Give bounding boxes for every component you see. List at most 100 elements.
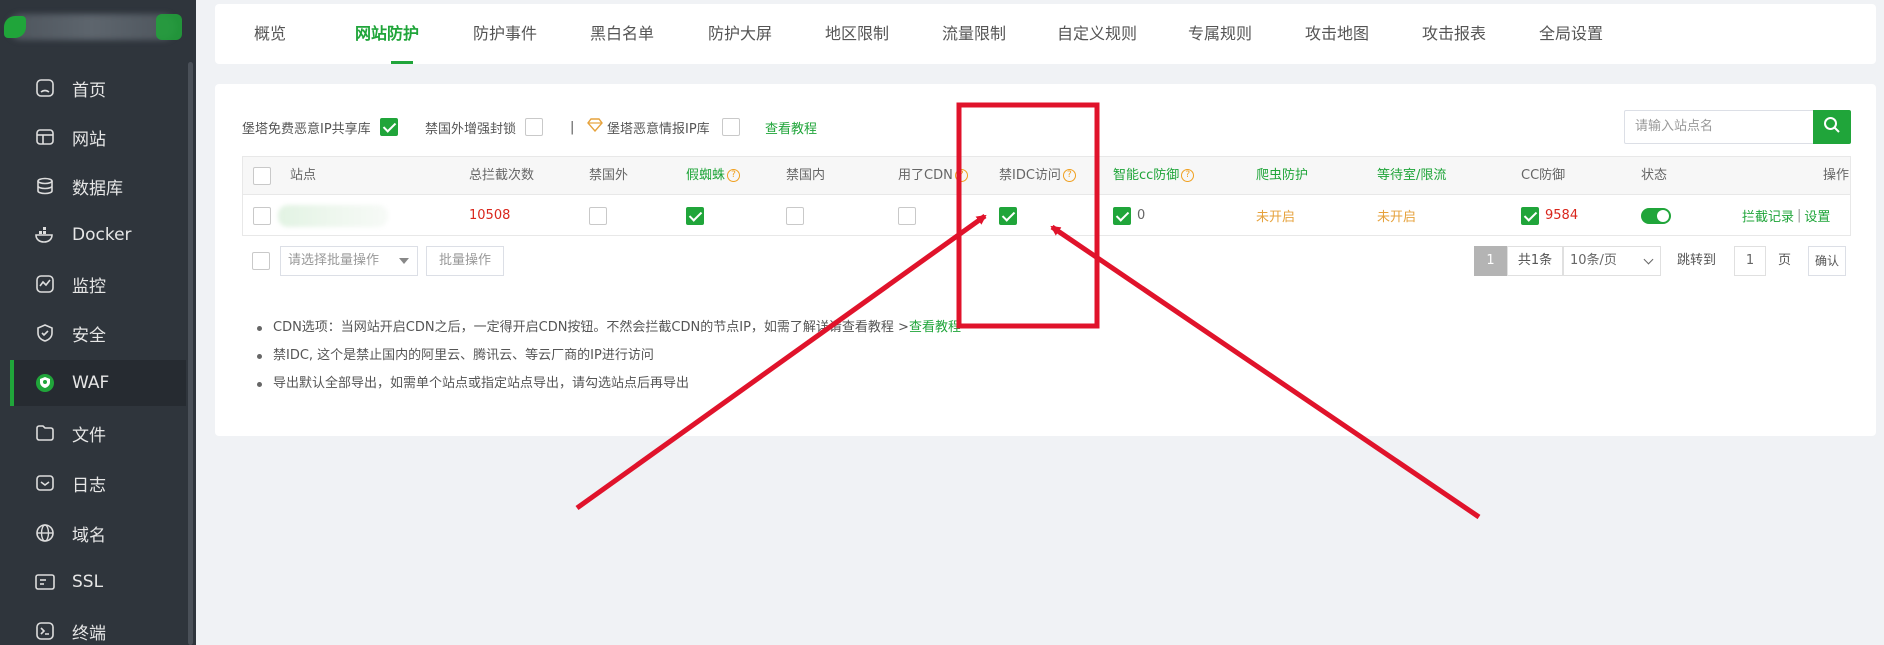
sidebar-item-label: 终端	[72, 623, 106, 644]
tutorial-link[interactable]: 查看教程	[765, 117, 817, 137]
chevron-down-icon	[1643, 254, 1654, 265]
tab-traffic-limit[interactable]: 流量限制	[942, 4, 1006, 64]
intel-ip-checkbox[interactable]	[721, 118, 740, 136]
sidebar-item-monitor[interactable]: 监控	[10, 261, 186, 307]
col-block-idc: 禁IDC访问?	[999, 157, 1076, 195]
page-size-value: 10条/页	[1570, 253, 1617, 268]
pager-current-page[interactable]: 1	[1474, 246, 1507, 276]
collapse-icon[interactable]	[156, 14, 182, 40]
col-crawler-protection: 爬虫防护	[1256, 168, 1309, 183]
cc-defense-checkbox[interactable]	[1521, 206, 1539, 225]
sidebar-item-ssl[interactable]: SSL	[10, 559, 186, 605]
log-icon	[34, 472, 56, 494]
tab-global-settings[interactable]: 全局设置	[1539, 4, 1603, 64]
col-block-foreign: 禁国外	[589, 168, 629, 183]
pager-unit-label: 页	[1778, 253, 1792, 268]
option-label: 堡塔免费恶意IP共享库	[242, 121, 371, 137]
note-item: CDN选项：当网站开启CDN之后，一定得开启CDN按钮。不然会拦截CDN的节点I…	[253, 314, 961, 342]
tab-overview[interactable]: 概览	[254, 4, 286, 64]
block-foreign-checkbox[interactable]	[589, 206, 607, 225]
col-status: 状态	[1641, 168, 1668, 183]
monitor-icon	[34, 273, 56, 295]
select-all-checkbox[interactable]	[253, 167, 271, 185]
col-operations: 操作	[1823, 168, 1850, 183]
sidebar-item-waf[interactable]: WAF	[10, 360, 186, 406]
tab-custom-rules[interactable]: 自定义规则	[1057, 4, 1137, 64]
sidebar-scrollbar[interactable]	[188, 62, 193, 645]
batch-operation-button[interactable]: 批量操作	[426, 246, 504, 276]
sidebar-item-label: Docker	[72, 225, 132, 245]
tab-protection-screen[interactable]: 防护大屏	[708, 4, 772, 64]
waiting-room-status[interactable]: 未开启	[1377, 195, 1416, 236]
site-search-input[interactable]: 请输入站点名	[1624, 110, 1814, 144]
tab-attack-report[interactable]: 攻击报表	[1422, 4, 1486, 64]
pager-goto-input[interactable]: 1	[1734, 246, 1766, 276]
sidebar-item-docker[interactable]: Docker	[10, 212, 186, 258]
tab-attack-map[interactable]: 攻击地图	[1305, 4, 1369, 64]
tab-black-white-list[interactable]: 黑白名单	[590, 4, 654, 64]
sidebar-item-domain[interactable]: 域名	[10, 510, 186, 556]
sidebar-item-terminal[interactable]: 终端	[10, 608, 186, 645]
note-text: 导出默认全部导出，如需单个站点或指定站点导出，请勾选站点后再导出	[273, 376, 690, 391]
smart-cc-count: 0	[1137, 208, 1146, 223]
help-icon[interactable]: ?	[954, 169, 968, 182]
search-icon	[1823, 116, 1841, 138]
batch-select-all-checkbox[interactable]	[252, 252, 270, 270]
col-cdn: 用了CDN?	[898, 157, 968, 195]
note-item: 导出默认全部导出，如需单个站点或指定站点导出，请勾选站点后再导出	[253, 370, 961, 398]
option-label: 禁国外增强封锁	[425, 121, 517, 137]
help-icon[interactable]: ?	[727, 169, 741, 182]
note-tutorial-link[interactable]: 查看教程	[909, 320, 961, 335]
sidebar-item-website[interactable]: 网站	[10, 114, 186, 160]
home-icon	[34, 77, 56, 99]
sidebar-item-security[interactable]: 安全	[10, 310, 186, 356]
sidebar-item-files[interactable]: 文件	[10, 410, 186, 456]
pager-confirm-button[interactable]: 确认	[1808, 246, 1846, 276]
settings-link[interactable]: 设置	[1804, 206, 1830, 225]
crawler-status[interactable]: 未开启	[1256, 195, 1295, 236]
sidebar: 首页 网站 数据库 Docker 监控 安全 WAF 文件 日志 域名 SSL	[0, 0, 196, 645]
page-size-select[interactable]: 10条/页	[1563, 246, 1661, 276]
blurred-site-name[interactable]	[278, 204, 388, 227]
note-text: 禁IDC, 这个是禁止国内的阿里云、腾讯云、等云厂商的IP进行访问	[273, 348, 654, 363]
col-label: 禁IDC访问	[999, 168, 1061, 183]
col-waiting-room: 等待室/限流	[1377, 168, 1447, 183]
sidebar-item-label: 数据库	[72, 178, 123, 199]
blurred-logo-text	[8, 14, 176, 40]
option-intel-ip-library: 堡塔恶意情报IP库	[587, 117, 740, 137]
batch-operation-select[interactable]: 请选择批量操作	[280, 246, 418, 276]
tab-site-protection[interactable]: 网站防护	[355, 4, 419, 64]
option-label: 堡塔恶意情报IP库	[607, 121, 710, 137]
sidebar-item-logs[interactable]: 日志	[10, 460, 186, 506]
col-smart-cc: 智能cc防御?	[1113, 157, 1195, 195]
globe-icon	[34, 522, 56, 544]
cdn-checkbox[interactable]	[898, 206, 916, 225]
tab-protection-events[interactable]: 防护事件	[473, 4, 537, 64]
sidebar-item-label: 域名	[72, 525, 106, 546]
tab-region-limit[interactable]: 地区限制	[825, 4, 889, 64]
block-idc-checkbox[interactable]	[999, 206, 1017, 225]
foreign-block-checkbox[interactable]	[525, 118, 544, 136]
sidebar-item-database[interactable]: 数据库	[10, 163, 186, 209]
sidebar-item-home[interactable]: 首页	[10, 65, 186, 111]
help-icon[interactable]: ?	[1062, 169, 1076, 182]
pager-total: 共1条	[1507, 246, 1563, 276]
smart-cc-checkbox[interactable]	[1113, 206, 1131, 225]
option-foreign-block: 禁国外增强封锁	[425, 117, 544, 137]
database-icon	[34, 175, 56, 197]
shared-ip-checkbox[interactable]	[379, 118, 398, 136]
help-icon[interactable]: ?	[1181, 169, 1195, 182]
block-log-link[interactable]: 拦截记录	[1742, 206, 1794, 225]
search-button[interactable]	[1813, 110, 1851, 144]
logo[interactable]	[0, 10, 185, 44]
op-separator: |	[1797, 208, 1802, 223]
site-name-cell	[278, 195, 388, 236]
idc-cell	[999, 195, 1017, 236]
fake-spider-checkbox[interactable]	[686, 206, 704, 225]
row-checkbox[interactable]	[253, 206, 271, 225]
sidebar-item-label: 日志	[72, 475, 106, 496]
status-toggle[interactable]	[1641, 207, 1671, 224]
smart-cc-cell: 0	[1113, 195, 1145, 236]
block-domestic-checkbox[interactable]	[786, 206, 804, 225]
tab-exclusive-rules[interactable]: 专属规则	[1188, 4, 1252, 64]
